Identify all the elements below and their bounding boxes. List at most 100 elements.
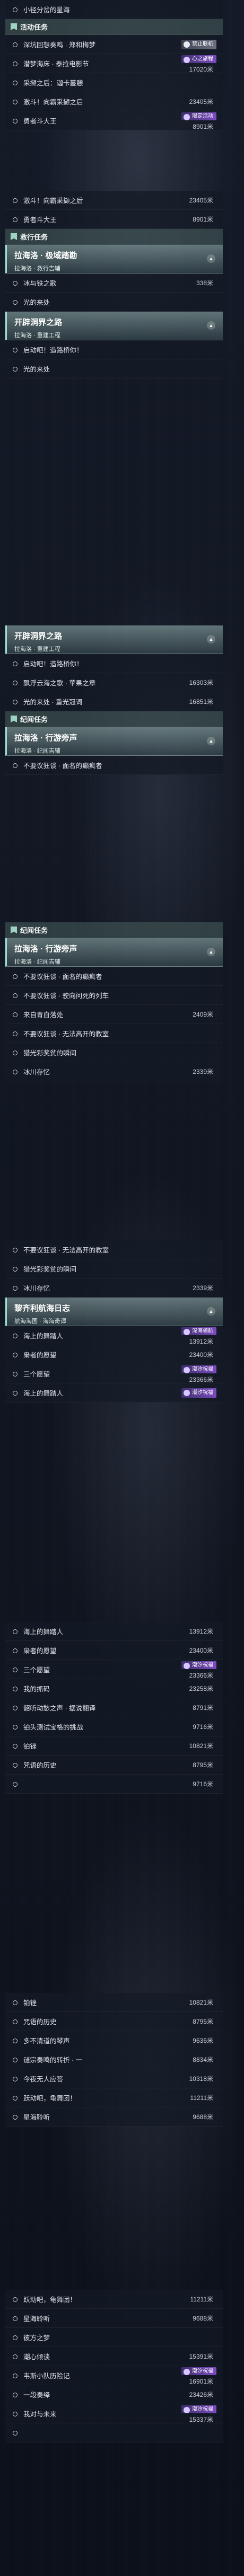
quest-distance: 23405米 — [189, 98, 213, 105]
quest-list-item[interactable]: 不要议狂谈 · 无法高开的教室 — [5, 1240, 223, 1259]
quest-list-item[interactable]: 枭者的愿望 23400米 — [5, 1641, 223, 1660]
quest-list-item[interactable]: 激斗！向霸采撷之后 23405米 — [5, 191, 223, 210]
quest-list-panel: 铂锉 10821米 咒语的历史 8795米 多不清道的琴声 9636米 谜宗奏鸣的转折 · … — [5, 1993, 223, 2127]
quest-category-header[interactable]: 纪闻任务 — [5, 711, 223, 727]
quest-chapter-card[interactable]: 拉海洛 · 行游旁声 拉海洛 · 纪闻吉辅 ▲ — [5, 938, 223, 967]
category-label: 活动任务 — [20, 23, 48, 31]
quest-list-item[interactable]: 光的来处 · 重光冠词 16851米 — [5, 692, 223, 711]
quest-name: 不要议狂谈 · 无法高开的教室 — [23, 1030, 109, 1038]
quest-list-item[interactable]: 铂锉 10821米 — [5, 1993, 223, 2012]
quest-list-item[interactable]: 一段奏绎 23426米 — [5, 2385, 223, 2404]
quest-name: 三个愿望 — [23, 1371, 50, 1378]
quest-chapter-card[interactable]: 拉海洛 · 行游旁声 拉海洛 · 纪闻吉辅 ▲ — [5, 727, 223, 756]
quest-list-item[interactable]: 海上的舞踏人 13912米 深海领航 — [5, 1326, 223, 1345]
quest-distance: 8795米 — [193, 1761, 213, 1769]
quest-chapter-card[interactable]: 黎齐利航海日志 航海海图 · 海海奇谭 ▲ — [5, 1298, 223, 1326]
quest-name: 我的抓码 — [23, 1686, 50, 1693]
quest-list-item[interactable]: 不要议狂谈 · 驶向问死的列车 — [5, 986, 223, 1005]
quest-name: 猎光彩奖贫的瞬间 — [23, 1266, 77, 1273]
quest-list-item[interactable]: 冰与铁之歌 338米 — [5, 274, 223, 293]
quest-log-page: 小径分岔的星海活动任务深坑回想奏鸣 · 郑和梅梦 禁止联机 潜梦海床 · 泰拉电影节… — [0, 0, 244, 2576]
quest-list-item[interactable]: 来自青白落处 2409米 — [5, 1005, 223, 1024]
collapse-caret-icon[interactable]: ▲ — [207, 254, 215, 263]
quest-list-item[interactable]: 跃动吧，龟舞团！ 11211米 — [5, 2290, 223, 2309]
quest-list-item[interactable]: 不要议狂谈 · 无法高开的教室 — [5, 1024, 223, 1043]
quest-name: 采撷之后：迦卡蔓憩 — [23, 80, 83, 87]
quest-category-header[interactable]: 活动任务 — [5, 19, 223, 35]
quest-list-item[interactable]: 今夜无人应答 10318米 — [5, 2069, 223, 2088]
collapse-caret-icon[interactable]: ▲ — [207, 635, 215, 643]
quest-list-item[interactable]: 潮心倾谈 15391米 — [5, 2347, 223, 2366]
quest-list-item[interactable]: 星海聆听 9688米 — [5, 2107, 223, 2127]
quest-list-item[interactable]: 勇者斗大王 8901米 限定活动 — [5, 111, 223, 130]
quest-list-item[interactable]: 韶听动愁之声 · 据说翻译 8791米 — [5, 1698, 223, 1717]
quest-list-panel: 激斗！向霸采撷之后 23405米 勇者斗大王 8901米 救行任务 拉海洛 · 极域踏勘拉… — [5, 191, 223, 378]
category-label: 纪闻任务 — [20, 927, 48, 934]
quest-list-item[interactable]: 咒语的历史 8795米 — [5, 2012, 223, 2031]
quest-list-item[interactable]: 冰川存忆 2339米 — [5, 1278, 223, 1298]
quest-list-item[interactable]: 飘浮云海之歌 · 苹果之章 16303米 — [5, 673, 223, 692]
quest-list-item[interactable]: 激斗！向霸采撷之后 23405米 — [5, 92, 223, 111]
quest-list-item[interactable]: 勇者斗大王 8901米 — [5, 210, 223, 229]
quest-name: 不要议狂谈 · 无法高开的教室 — [23, 1247, 109, 1254]
quest-list-item[interactable] — [5, 2423, 223, 2442]
quest-list-item[interactable]: 铂锉 10821米 — [5, 1736, 223, 1755]
quest-distance: 8795米 — [193, 2018, 213, 2025]
chapter-title: 拉海洛 · 行游旁声 — [14, 734, 77, 743]
quest-list-item[interactable]: 冰川存忆 2339米 — [5, 1062, 223, 1081]
quest-list-item[interactable]: 潜梦海床 · 泰拉电影节 17020米 心之旅程 — [5, 54, 223, 73]
quest-list-item[interactable]: 9716米 — [5, 1775, 223, 1794]
quest-list-item[interactable]: 启动吧！造路桥你！ — [5, 654, 223, 673]
quest-list-item[interactable]: 猎光彩奖贫的瞬间 — [5, 1259, 223, 1278]
quest-list-item[interactable]: 枭者的愿望 23400米 — [5, 1345, 223, 1364]
quest-list-item[interactable]: 星海聆听 9688米 — [5, 2309, 223, 2328]
quest-list-item[interactable]: 海上的舞踏人 13912米 — [5, 1622, 223, 1641]
quest-name: 我对与未来 — [23, 2411, 57, 2418]
quest-list-item[interactable]: 启动吧！造路桥你！ — [5, 340, 223, 359]
quest-list-item[interactable]: 海上的舞踏人 潮汐祝福 — [5, 1383, 223, 1402]
chapter-subtitle: 航海海图 · 海海奇谭 — [14, 1318, 66, 1325]
quest-distance: 23366米 — [189, 1376, 213, 1383]
quest-list-item[interactable]: 跃动吧，龟舞团！ 11211米 — [5, 2088, 223, 2107]
collapse-caret-icon[interactable]: ▲ — [207, 321, 215, 330]
quest-list-item[interactable]: 猎光彩奖贫的瞬间 — [5, 1043, 223, 1062]
quest-name: 今夜无人应答 — [23, 2076, 64, 2083]
quest-distance: 8901米 — [193, 216, 213, 223]
collapse-caret-icon[interactable]: ▲ — [207, 737, 215, 745]
quest-list-item[interactable]: 光的来处 — [5, 359, 223, 378]
quest-list-item[interactable]: 谜宗奏鸣的转折 · 一 8834米 — [5, 2050, 223, 2069]
quest-distance: 9716米 — [193, 1723, 213, 1731]
quest-category-header[interactable]: 纪闻任务 — [5, 922, 223, 938]
quest-name: 启动吧！造路桥你！ — [23, 347, 83, 354]
quest-list-item[interactable]: 采撷之后：迦卡蔓憩 — [5, 73, 223, 92]
quest-chapter-card[interactable]: 开辟洞界之路 拉海洛 · 重建工程 ▲ — [5, 312, 223, 340]
quest-name: 激斗！向霸采撷之后 — [23, 197, 83, 205]
quest-name: 飘浮云海之歌 · 苹果之章 — [23, 680, 96, 687]
quest-list-item[interactable]: 不要议狂谈 · 面名的癫疯者 — [5, 756, 223, 775]
quest-list-item[interactable]: 小径分岔的星海 — [5, 0, 223, 19]
quest-name: 冰与铁之歌 — [23, 280, 57, 287]
quest-name: 勇者斗大王 — [23, 118, 57, 125]
quest-name: 铂头测试宝格的挑战 — [23, 1724, 83, 1731]
quest-category-header[interactable]: 救行任务 — [5, 229, 223, 245]
category-label: 纪闻任务 — [20, 716, 48, 724]
quest-list-item[interactable]: 深坑回想奏鸣 · 郑和梅梦 禁止联机 — [5, 35, 223, 54]
quest-list-item[interactable]: 咒语的历史 8795米 — [5, 1755, 223, 1775]
quest-name: 铂锉 — [23, 1743, 37, 1750]
quest-list-item[interactable]: 彼方之梦 — [5, 2328, 223, 2347]
quest-chapter-card[interactable]: 拉海洛 · 极域踏勘 拉海洛 · 救行吉辅 ▲ — [5, 245, 223, 274]
quest-list-item[interactable]: 我的抓码 23258米 — [5, 1679, 223, 1698]
quest-list-item[interactable]: 韦斯小队历险记 16901米 潮汐祝福 — [5, 2366, 223, 2385]
quest-list-item[interactable]: 多不清道的琴声 9636米 — [5, 2031, 223, 2050]
quest-list-item[interactable]: 我对与未来 15337米 潮汐祝福 — [5, 2404, 223, 2423]
quest-list-item[interactable]: 光的来处 — [5, 293, 223, 312]
quest-chapter-card[interactable]: 开辟洞界之路 拉海洛 · 重建工程 ▲ — [5, 625, 223, 654]
quest-list-item[interactable]: 三个愿望 23366米 潮汐祝福 — [5, 1364, 223, 1383]
quest-name: 枭者的愿望 — [23, 1647, 57, 1655]
collapse-caret-icon[interactable]: ▲ — [207, 1307, 215, 1316]
quest-list-item[interactable]: 铂头测试宝格的挑战 9716米 — [5, 1717, 223, 1736]
collapse-caret-icon[interactable]: ▲ — [207, 948, 215, 956]
quest-list-item[interactable]: 三个愿望 23366米 潮汐祝福 — [5, 1660, 223, 1679]
quest-list-item[interactable]: 不要议狂谈 · 面名的癫疯者 — [5, 967, 223, 986]
quest-name: 不要议狂谈 · 面名的癫疯者 — [23, 973, 102, 981]
